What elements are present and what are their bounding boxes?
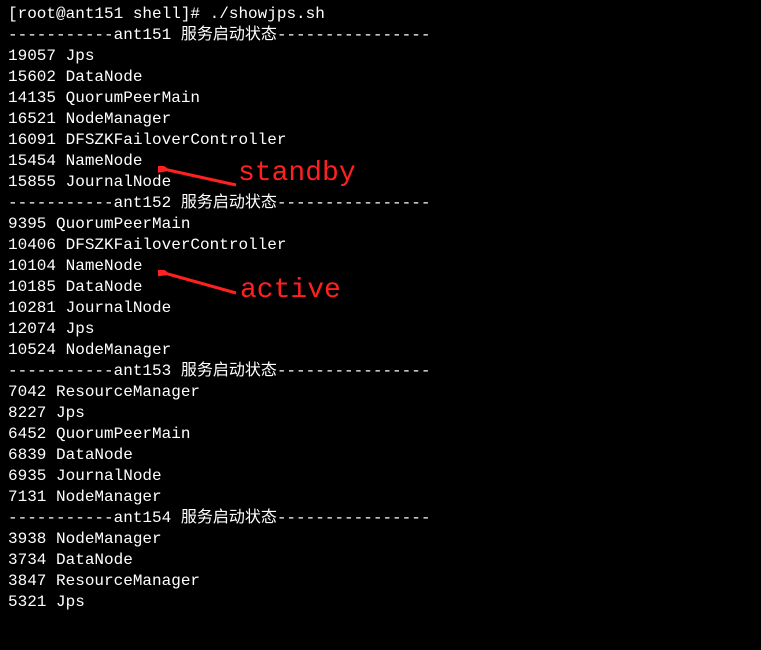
- process-line: 5321 Jps: [8, 592, 753, 613]
- process-line: 6935 JournalNode: [8, 466, 753, 487]
- section-header: -----------ant154 服务启动状态----------------: [8, 508, 753, 529]
- process-line: 16521 NodeManager: [8, 109, 753, 130]
- process-line: 6839 DataNode: [8, 445, 753, 466]
- process-line: 7042 ResourceManager: [8, 382, 753, 403]
- section-header: -----------ant152 服务启动状态----------------: [8, 193, 753, 214]
- terminal-output: [root@ant151 shell]# ./showjps.sh ------…: [8, 4, 753, 613]
- process-line: 10406 DFSZKFailoverController: [8, 235, 753, 256]
- process-line: 3847 ResourceManager: [8, 571, 753, 592]
- process-line: 6452 QuorumPeerMain: [8, 424, 753, 445]
- process-line: 15855 JournalNode: [8, 172, 753, 193]
- process-line: 15602 DataNode: [8, 67, 753, 88]
- process-line: 3734 DataNode: [8, 550, 753, 571]
- process-line: 16091 DFSZKFailoverController: [8, 130, 753, 151]
- process-line: 15454 NameNode: [8, 151, 753, 172]
- process-line: 8227 Jps: [8, 403, 753, 424]
- process-line: 9395 QuorumPeerMain: [8, 214, 753, 235]
- prompt-line: [root@ant151 shell]# ./showjps.sh: [8, 4, 753, 25]
- process-line: 10524 NodeManager: [8, 340, 753, 361]
- process-line: 3938 NodeManager: [8, 529, 753, 550]
- section-header: -----------ant153 服务启动状态----------------: [8, 361, 753, 382]
- process-line: 12074 Jps: [8, 319, 753, 340]
- process-line: 10104 NameNode: [8, 256, 753, 277]
- process-line: 10281 JournalNode: [8, 298, 753, 319]
- process-line: 14135 QuorumPeerMain: [8, 88, 753, 109]
- process-line: 7131 NodeManager: [8, 487, 753, 508]
- process-line: 10185 DataNode: [8, 277, 753, 298]
- section-header: -----------ant151 服务启动状态----------------: [8, 25, 753, 46]
- process-line: 19057 Jps: [8, 46, 753, 67]
